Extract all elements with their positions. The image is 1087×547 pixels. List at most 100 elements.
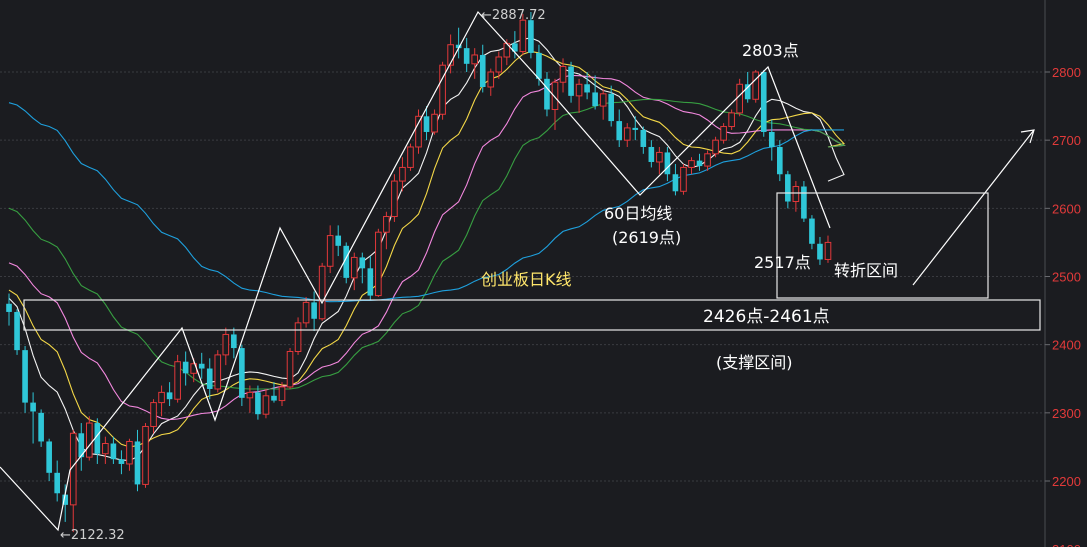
candle-body (302, 301, 310, 324)
support-zone-label: 2426点-2461点 (703, 307, 830, 327)
candle-body (391, 180, 398, 218)
candle-body (439, 64, 446, 115)
candle (801, 181, 807, 222)
candle-body (544, 78, 550, 110)
candle (85, 416, 93, 461)
low-price-label: ←2122.32 (60, 528, 125, 543)
turn-zone-label: 转折区间 (834, 261, 898, 280)
candle-body (214, 354, 222, 390)
candle-body (367, 268, 374, 296)
candle-body (487, 71, 495, 88)
candle (318, 262, 326, 321)
candle (294, 317, 302, 355)
candle-body (584, 84, 590, 93)
candle-body (271, 395, 277, 401)
candle-body (102, 443, 109, 455)
candle (760, 69, 767, 137)
candle (439, 61, 446, 120)
candle (728, 109, 735, 130)
candle-body (118, 459, 125, 464)
candle-body (85, 422, 93, 458)
candle-body (696, 160, 703, 167)
ma60-label: 60日均线 (604, 204, 672, 223)
candle-body (672, 174, 679, 192)
candle-body (326, 235, 334, 267)
candle-body (206, 368, 213, 389)
candle-body (632, 127, 639, 130)
candle-body (777, 146, 783, 175)
candle-body (648, 146, 655, 162)
candle-body (479, 54, 486, 87)
candle-body (166, 392, 173, 400)
candle-body (712, 139, 719, 155)
candle-body (6, 303, 12, 312)
candle-body (792, 186, 800, 203)
candle-body (375, 231, 382, 297)
y-tick-label-2200: 2200 (1052, 474, 1081, 489)
ma60-value-label: (2619点) (612, 228, 681, 247)
candle-body (255, 392, 261, 415)
candle-body (407, 146, 414, 168)
candle-body (736, 83, 743, 114)
candle-body (359, 257, 366, 269)
y-tick-label-2800: 2800 (1052, 65, 1081, 80)
candle-body (559, 66, 567, 83)
candle (38, 409, 44, 447)
candle-body (809, 218, 815, 244)
candle-body (350, 256, 358, 279)
candle-body (278, 386, 286, 402)
candle (407, 143, 414, 171)
candle (214, 350, 222, 393)
candle-body (54, 472, 60, 494)
candle-body (640, 129, 647, 147)
candle-body (463, 48, 470, 64)
candle-body (608, 93, 615, 122)
candle-body (110, 443, 117, 460)
candle-body (568, 66, 574, 96)
y-tick-label-2300: 2300 (1052, 406, 1081, 421)
candle-body (623, 127, 631, 141)
candle-body (150, 402, 157, 427)
candle-body (222, 333, 230, 356)
candle-body (592, 92, 598, 107)
candle-body (231, 334, 237, 349)
candle (375, 228, 382, 297)
candle-body (335, 235, 342, 246)
candle-body (423, 116, 430, 132)
candle-body (817, 243, 823, 260)
candle-body (198, 363, 205, 369)
candle-body (239, 348, 245, 398)
candle (720, 123, 727, 144)
candle-body (158, 391, 165, 404)
candle-body (318, 265, 326, 320)
candle-body (415, 115, 422, 148)
y-tick-label-2400: 2400 (1052, 338, 1081, 353)
candle-body (801, 186, 807, 219)
candle-body (286, 350, 294, 388)
candle-body (760, 72, 767, 132)
candle-body (752, 71, 760, 100)
candle-body (768, 131, 775, 147)
candle (752, 69, 760, 103)
candle-body (311, 302, 317, 319)
candle-body (14, 311, 20, 351)
candle (680, 164, 687, 195)
y-tick-label-2600: 2600 (1052, 201, 1081, 216)
y-tick-label-2500: 2500 (1052, 270, 1081, 285)
candle-body (680, 166, 687, 192)
candle-body (46, 441, 52, 473)
candle (142, 423, 149, 488)
candle-body (536, 52, 542, 79)
candle-body (720, 126, 727, 141)
support-zone-sublabel: (支撑区间) (716, 353, 793, 372)
candle-body (785, 174, 791, 202)
candle-body (575, 83, 583, 97)
candle-body (134, 441, 141, 485)
candle (343, 242, 350, 284)
candle-body (30, 402, 36, 412)
candle-body (495, 56, 503, 73)
candle-body (142, 425, 149, 485)
candle-body (824, 241, 832, 260)
candle (239, 344, 245, 407)
candle-body (656, 151, 663, 163)
